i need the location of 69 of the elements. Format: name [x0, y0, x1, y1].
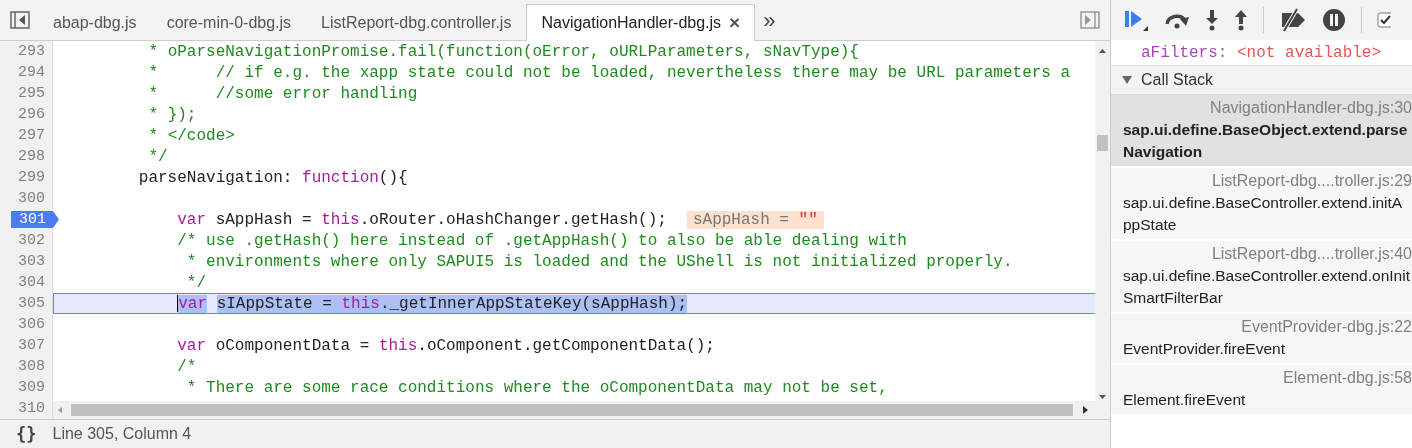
toggle-debugger-button[interactable]: [1080, 11, 1100, 29]
line-number: 305: [18, 295, 46, 312]
line-number: 298: [18, 148, 46, 165]
frame-function: sap.ui.define.BaseController.extend.onInitSmartFilterBar: [1123, 266, 1411, 308]
file-tab[interactable]: NavigationHandler-dbg.js ×: [526, 4, 756, 41]
close-icon[interactable]: ×: [729, 12, 741, 34]
more-tabs-button[interactable]: »: [755, 8, 786, 40]
line-number: 302: [18, 232, 46, 249]
toggle-navigator-button[interactable]: [10, 11, 30, 29]
line-number: 297: [18, 127, 46, 144]
call-frame[interactable]: NavigationHandler-dbg.js:30 sap.ui.define.BaseObject.extend.parseNavigation: [1111, 95, 1412, 168]
line-number: 300: [18, 190, 46, 207]
line-number: 306: [18, 316, 46, 333]
code-line: * environments where only SAPUI5 is loaded and the UShell is not initialized properly.: [185, 252, 1013, 271]
code-line: * </code>: [147, 126, 235, 145]
breakpoint-marker[interactable]: 301: [11, 211, 59, 228]
code-line: */: [147, 147, 168, 166]
deactivate-breakpoints-button[interactable]: [1279, 8, 1307, 32]
file-tab[interactable]: abap-dbg.js: [38, 4, 152, 41]
code-line: var sIAppState = this._getInnerAppStateKey(sAppHash);: [176, 294, 688, 313]
call-frame[interactable]: ListReport-dbg....troller.js:29 sap.ui.define.BaseController.extend.initAppState: [1111, 168, 1412, 241]
code-line: * });: [147, 105, 197, 124]
file-tab[interactable]: core-min-0-dbg.js: [151, 4, 307, 41]
line-number: 299: [18, 169, 46, 186]
line-number: 295: [18, 85, 46, 102]
line-number: 304: [18, 274, 46, 291]
vertical-scrollbar[interactable]: [1095, 41, 1110, 419]
frame-function: sap.ui.define.BaseObject.extend.parseNavigation: [1123, 120, 1409, 162]
frame-location: ListReport-dbg....troller.js:40: [1210, 244, 1412, 264]
frame-location: NavigationHandler-dbg.js:30: [1209, 98, 1412, 118]
code-line: var oComponentData = this.oComponent.getComponentData();: [176, 336, 715, 355]
pretty-print-button[interactable]: {}: [12, 424, 41, 444]
call-frame[interactable]: EventProvider-dbg.js:22 EventProvider.fireEvent: [1111, 314, 1412, 365]
frame-location: ListReport-dbg....troller.js:29: [1210, 171, 1412, 191]
scope-variable: aFilters: <not available>: [1141, 43, 1382, 62]
pause-on-exceptions-button[interactable]: [1322, 8, 1346, 32]
line-number: 307: [18, 337, 46, 354]
code-line: /*: [176, 357, 197, 376]
code-line: * // if e.g. the xapp state could not be loaded, nevertheless there may be URL parameters a: [147, 63, 1071, 82]
line-number: 309: [18, 379, 46, 396]
line-number: 296: [18, 106, 46, 123]
frame-location: Element-dbg.js:58: [1282, 368, 1412, 388]
step-out-button[interactable]: [1234, 9, 1248, 31]
resume-button[interactable]: [1123, 8, 1149, 32]
line-number: 310: [18, 400, 46, 417]
code-line: */: [185, 273, 207, 292]
inline-value: sAppHash = "": [686, 210, 824, 229]
code-line: * oParseNavigationPromise.fail(function(oError, oURLParameters, sNavType){: [147, 42, 859, 61]
call-stack-header[interactable]: Call Stack: [1111, 66, 1412, 95]
code-line: * There are some race conditions where the oComponentData may not be set,: [185, 378, 888, 397]
step-into-button[interactable]: [1205, 9, 1219, 31]
frame-function: Element.fireEvent: [1123, 390, 1247, 410]
line-number: 293: [18, 43, 46, 60]
frame-function: EventProvider.fireEvent: [1123, 339, 1286, 359]
line-number: 294: [18, 64, 46, 81]
code-line: * //some error handling: [147, 84, 418, 103]
code-line: var sAppHash = this.oRouter.oHashChanger.getHash();: [176, 210, 667, 229]
cursor-position: Line 305, Column 4: [52, 425, 192, 443]
line-number: 303: [18, 253, 46, 270]
call-frame[interactable]: ListReport-dbg....troller.js:40 sap.ui.define.BaseController.extend.onInitSmartFilterBar: [1111, 241, 1412, 314]
file-tab[interactable]: ListReport-dbg.controller.js: [306, 4, 527, 41]
code-line: /* use .getHash() here instead of .getAppHash() to also be able dealing with: [176, 231, 907, 250]
frame-function: sap.ui.define.BaseController.extend.initAppState: [1123, 193, 1404, 235]
line-number: 308: [18, 358, 46, 375]
horizontal-scrollbar[interactable]: [53, 401, 1095, 419]
code-line: parseNavigation: function(){: [137, 168, 408, 187]
call-frame[interactable]: Element-dbg.js:58 Element.fireEvent: [1111, 365, 1412, 416]
frame-location: EventProvider-dbg.js:22: [1240, 317, 1412, 337]
checkbox[interactable]: [1377, 12, 1391, 28]
